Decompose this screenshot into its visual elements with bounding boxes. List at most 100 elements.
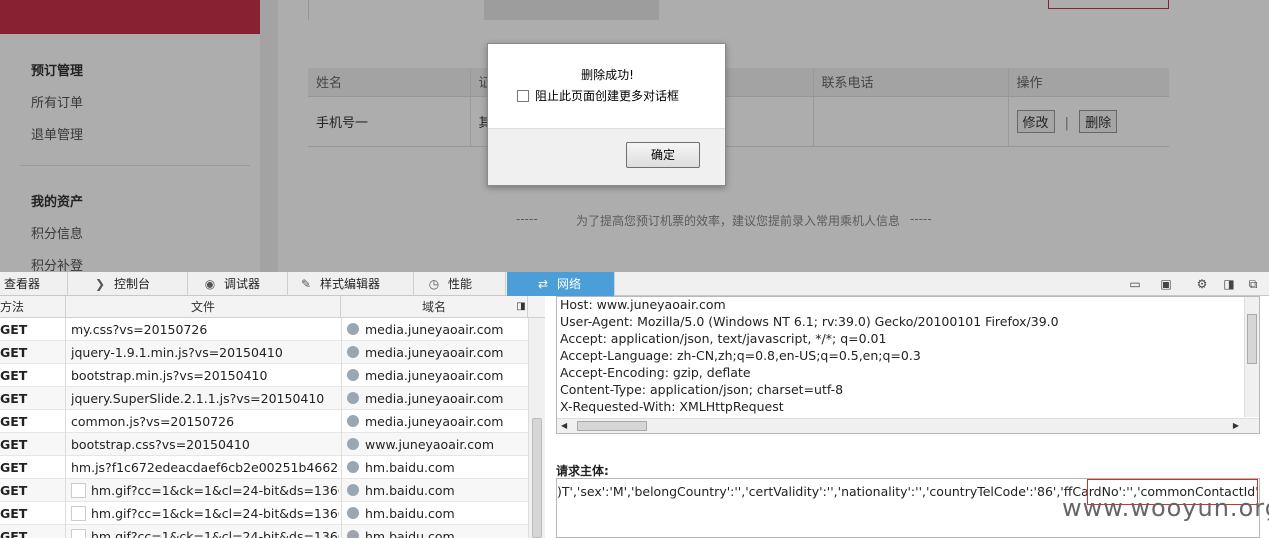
request-domain-text: hm.baidu.com	[365, 529, 455, 538]
request-file: hm.gif?cc=1&ck=1&cl=24-bit&ds=1366...	[91, 529, 339, 538]
request-file: hm.gif?cc=1&ck=1&cl=24-bit&ds=1366...	[91, 506, 339, 521]
scrollbar-thumb[interactable]	[1247, 314, 1257, 364]
globe-icon	[347, 346, 359, 358]
style-editor-icon: ✎	[300, 277, 312, 291]
dialog-footer: 确定	[488, 128, 725, 185]
request-method: GET	[0, 433, 66, 456]
globe-icon	[347, 392, 359, 404]
suppress-dialogs-checkbox[interactable]	[517, 90, 529, 102]
image-thumbnail	[71, 506, 86, 521]
request-file: jquery-1.9.1.min.js?vs=20150410	[71, 345, 283, 360]
request-method: GET	[0, 387, 66, 410]
request-row[interactable]: GET hm.gif?cc=1&ck=1&cl=24-bit&ds=1366...…	[0, 479, 528, 502]
tab-console[interactable]: ❯ 控制台	[68, 272, 188, 296]
tab-inspector[interactable]: 查看器	[0, 272, 68, 296]
request-domain-text: media.juneyaoair.com	[365, 391, 504, 406]
network-icon: ⇄	[537, 277, 549, 291]
globe-icon	[347, 461, 359, 473]
request-row[interactable]: GET bootstrap.min.js?vs=20150410 media.jun…	[0, 364, 528, 387]
request-method: GET	[0, 410, 66, 433]
request-row[interactable]: GET hm.gif?cc=1&ck=1&cl=24-bit&ds=1366...…	[0, 525, 528, 538]
scroll-left-icon[interactable]: ◀	[561, 421, 567, 430]
request-row[interactable]: GET bootstrap.css?vs=20150410 www.juneyaoa…	[0, 433, 528, 456]
request-header-line: Host: www.juneyaoair.com	[560, 297, 726, 312]
tab-performance-label: 性能	[448, 277, 473, 291]
suppress-dialogs-label[interactable]: 阻止此页面创建更多对话框	[535, 87, 679, 104]
request-domain: media.juneyaoair.com	[341, 410, 528, 433]
request-row[interactable]: GET common.js?vs=20150726 media.juneyaoair…	[0, 410, 528, 433]
tab-inspector-label: 查看器	[4, 277, 41, 291]
request-domain: hm.baidu.com	[341, 456, 528, 479]
ok-button[interactable]: 确定	[626, 142, 700, 168]
scrollbar-thumb[interactable]	[577, 421, 647, 431]
scrollbar-thumb[interactable]	[532, 418, 542, 538]
request-list: 方法 文件 域名 ◨ GET my.css?vs=20150726 media.ju…	[0, 296, 545, 538]
settings-gear-icon[interactable]: ⚙	[1193, 275, 1211, 293]
col-header-domain[interactable]: 域名	[341, 296, 528, 318]
request-method: GET	[0, 525, 66, 538]
col-header-method[interactable]: 方法	[0, 296, 66, 318]
request-body-label: 请求主体:	[556, 464, 609, 478]
request-domain-text: media.juneyaoair.com	[365, 345, 504, 360]
request-file: bootstrap.css?vs=20150410	[71, 437, 250, 452]
headers-horizontal-scrollbar[interactable]: ◀ ▶	[557, 418, 1259, 433]
tab-style-editor-label: 样式编辑器	[320, 277, 381, 291]
request-domain-text: www.juneyaoair.com	[365, 437, 495, 452]
tab-style-editor[interactable]: ✎ 样式编辑器	[288, 272, 414, 296]
image-thumbnail	[71, 529, 86, 538]
request-method: GET	[0, 341, 66, 364]
request-list-scrollbar[interactable]	[528, 318, 545, 538]
request-method: GET	[0, 479, 66, 502]
request-domain: hm.baidu.com	[341, 479, 528, 502]
request-header-line: Accept-Language: zh-CN,zh;q=0.8,en-US;q=…	[560, 348, 921, 363]
tab-network[interactable]: ⇄ 网络	[507, 272, 615, 296]
dialog-message: 删除成功!	[581, 68, 634, 82]
request-row[interactable]: GET hm.gif?cc=1&ck=1&cl=24-bit&ds=1366...…	[0, 502, 528, 525]
performance-icon: ◷	[428, 277, 440, 291]
responsive-mode-icon[interactable]: ▣	[1157, 275, 1175, 293]
request-domain-text: hm.baidu.com	[365, 460, 455, 475]
toggle-details-icon[interactable]: ◨	[514, 296, 528, 318]
headers-vertical-scrollbar[interactable]	[1244, 297, 1259, 417]
tab-network-label: 网络	[557, 277, 582, 291]
dock-side-icon[interactable]: ◨	[1220, 275, 1238, 293]
request-domain-text: hm.baidu.com	[365, 483, 455, 498]
request-method: GET	[0, 502, 66, 525]
request-domain: hm.baidu.com	[341, 502, 528, 525]
request-method: GET	[0, 456, 66, 479]
request-row[interactable]: GET jquery-1.9.1.min.js?vs=20150410 media.…	[0, 341, 528, 364]
devtools-toolbar: 查看器 ❯ 控制台 ◉ 调试器 ✎ 样式编辑器 ◷ 性能 ⇄ 网络 ▭ ▣ ⚙ ◨ ⧉	[0, 272, 1269, 296]
request-domain: media.juneyaoair.com	[341, 318, 528, 341]
globe-icon	[347, 369, 359, 381]
tab-performance[interactable]: ◷ 性能	[414, 272, 506, 296]
globe-icon	[347, 530, 359, 538]
request-domain: www.juneyaoair.com	[341, 433, 528, 456]
request-row[interactable]: GET jquery.SuperSlide.2.1.1.js?vs=2015041…	[0, 387, 528, 410]
console-icon: ❯	[94, 277, 106, 291]
request-header-line: Content-Type: application/json; charset=…	[560, 382, 844, 397]
tab-debugger[interactable]: ◉ 调试器	[188, 272, 288, 296]
request-domain: media.juneyaoair.com	[341, 364, 528, 387]
request-row[interactable]: GET my.css?vs=20150726 media.juneyaoair.co…	[0, 318, 528, 341]
request-domain-text: hm.baidu.com	[365, 506, 455, 521]
col-header-file[interactable]: 文件	[66, 296, 341, 318]
request-file: my.css?vs=20150726	[71, 322, 208, 337]
request-domain-text: media.juneyaoair.com	[365, 368, 504, 383]
request-header-line: Accept: application/json, text/javascrip…	[560, 331, 887, 346]
request-list-header: 方法 文件 域名 ◨	[0, 296, 545, 318]
tab-debugger-label: 调试器	[224, 277, 261, 291]
tab-console-label: 控制台	[114, 277, 151, 291]
undock-window-icon[interactable]: ⧉	[1244, 275, 1262, 293]
request-file: common.js?vs=20150726	[71, 414, 235, 429]
split-console-icon[interactable]: ▭	[1126, 275, 1144, 293]
request-headers-pane: Host: www.juneyaoair.com User-Agent: Mozi…	[556, 296, 1260, 434]
request-domain: media.juneyaoair.com	[341, 341, 528, 364]
alert-dialog: 删除成功! 阻止此页面创建更多对话框 确定	[487, 43, 726, 186]
globe-icon	[347, 415, 359, 427]
request-row[interactable]: GET hm.js?f1c672edeacdaef6cb2e00251b46624…	[0, 456, 528, 479]
globe-icon	[347, 484, 359, 496]
debugger-icon: ◉	[204, 277, 216, 291]
watermark: www.wooyun.org	[1062, 494, 1269, 522]
scroll-right-icon[interactable]: ▶	[1233, 421, 1239, 430]
request-method: GET	[0, 318, 66, 341]
